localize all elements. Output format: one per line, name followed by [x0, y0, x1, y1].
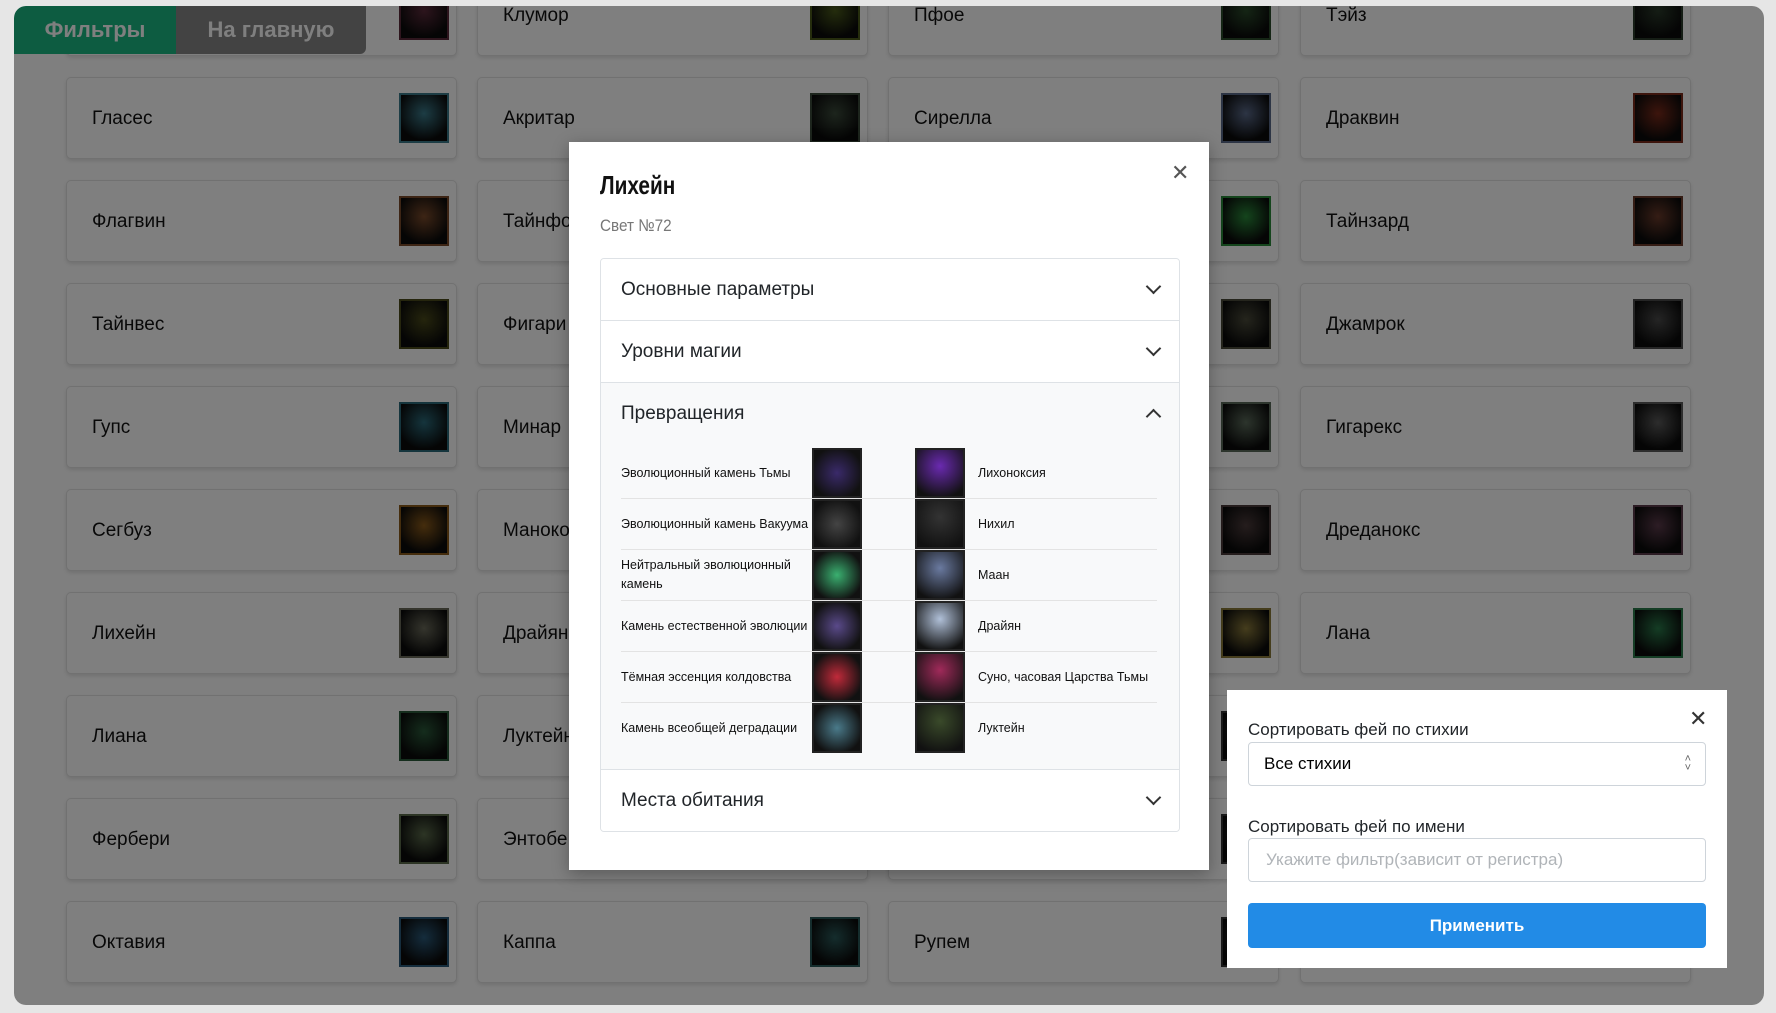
evolution-item-name: Камень естественной эволюции: [621, 618, 808, 633]
transformation-row: Камень естественной эволюции Драйян: [621, 601, 1157, 652]
transformation-row: Нейтральный эволюционный камень Маан: [621, 550, 1157, 601]
result-fairy-icon[interactable]: [915, 499, 965, 549]
evolution-item-icon: [812, 703, 862, 753]
section-label: Превращения: [621, 402, 745, 424]
evolution-item-name: Эволюционный камень Тьмы: [621, 465, 791, 480]
accordion-habitats[interactable]: Места обитания: [601, 770, 1179, 831]
name-filter-label: Сортировать фей по имени: [1248, 817, 1465, 836]
result-fairy-icon[interactable]: [915, 550, 965, 600]
result-fairy-icon[interactable]: [915, 652, 965, 702]
accordion-magic-levels[interactable]: Уровни магии: [601, 321, 1179, 383]
section-label: Уровни магии: [621, 340, 742, 362]
result-fairy-icon[interactable]: [915, 703, 965, 753]
evolution-item-icon: [812, 550, 862, 600]
element-select-value: Все стихии: [1264, 754, 1352, 773]
evolution-item-name: Камень всеобщей деградации: [621, 720, 798, 735]
close-icon[interactable]: ✕: [1171, 162, 1189, 184]
element-filter-label: Сортировать фей по стихии: [1248, 720, 1469, 739]
evolution-item-name: Эволюционный камень Вакуума: [621, 516, 809, 531]
evolution-item-icon: [812, 652, 862, 702]
chevron-down-icon: [1145, 340, 1162, 357]
accordion-main-params[interactable]: Основные параметры: [601, 259, 1179, 321]
section-label: Места обитания: [621, 789, 764, 811]
result-fairy-name[interactable]: Луктейн: [978, 721, 1025, 735]
result-fairy-name[interactable]: Нихил: [978, 517, 1015, 531]
accordion: Основные параметры Уровни магии Превраще…: [600, 258, 1180, 832]
select-arrows-icon: ˄ ˅: [1684, 753, 1691, 774]
transformation-row: Камень всеобщей деградации Луктейн: [621, 703, 1157, 753]
evolution-item-icon: [812, 499, 862, 549]
accordion-transformations[interactable]: Превращения: [601, 383, 1179, 444]
evolution-item-icon: [812, 448, 862, 498]
evolution-item-icon: [812, 601, 862, 651]
close-icon[interactable]: ✕: [1689, 708, 1707, 730]
transformations-list: Эволюционный камень Тьмы Лихоноксия Эволюц…: [601, 444, 1179, 770]
chevron-down-icon: [1145, 789, 1162, 806]
result-fairy-icon[interactable]: [915, 601, 965, 651]
modal-title: Лихейн: [600, 170, 676, 200]
chevron-down-icon: [1145, 278, 1162, 295]
result-fairy-icon[interactable]: [915, 448, 965, 498]
result-fairy-name[interactable]: Драйян: [978, 619, 1021, 633]
result-fairy-name[interactable]: Суно, часовая Царства Тьмы: [978, 670, 1148, 684]
name-filter-input[interactable]: [1264, 849, 1705, 871]
section-label: Основные параметры: [621, 278, 815, 300]
name-filter-field: [1248, 838, 1706, 882]
transformation-row: Тёмная эссенция колдовства Суно, часовая …: [621, 652, 1157, 703]
filter-panel: ✕ Сортировать фей по стихии Все стихии ˄…: [1227, 690, 1727, 968]
evolution-item-name: Тёмная эссенция колдовства: [621, 669, 792, 684]
evolution-item-name: Нейтральный эволюционный камень: [621, 558, 791, 591]
result-fairy-name[interactable]: Маан: [978, 568, 1009, 582]
transformation-row: Эволюционный камень Тьмы Лихоноксия: [621, 448, 1157, 499]
element-select[interactable]: Все стихии ˄ ˅: [1248, 742, 1706, 786]
result-fairy-name[interactable]: Лихоноксия: [978, 466, 1046, 480]
transformation-row: Эволюционный камень Вакуума Нихил: [621, 499, 1157, 550]
fairy-modal: Лихейн Свет №72 ✕ Основные параметры Уро…: [569, 142, 1209, 870]
chevron-up-icon: [1145, 408, 1162, 425]
apply-button[interactable]: Применить: [1248, 903, 1706, 948]
modal-subtitle: Свет №72: [600, 216, 672, 235]
